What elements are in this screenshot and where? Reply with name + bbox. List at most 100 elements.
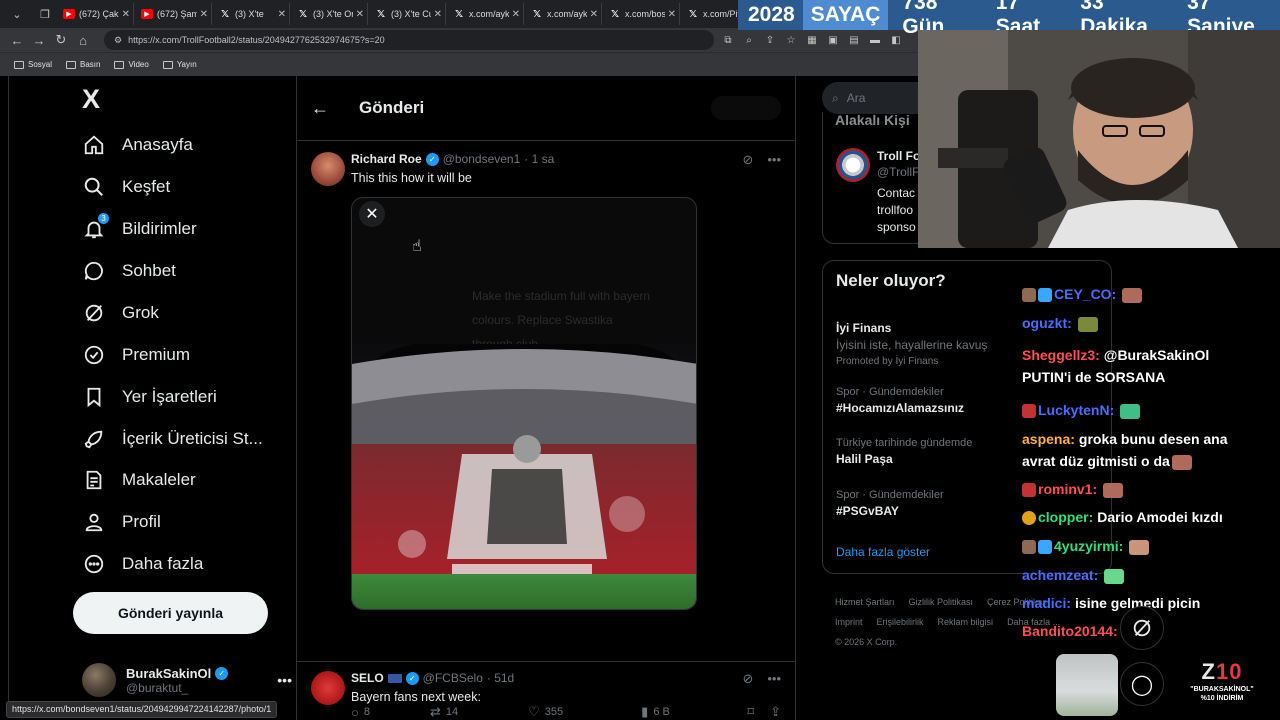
x-logo[interactable]: X <box>82 84 100 115</box>
sidebar-item-home[interactable]: Anasayfa <box>82 125 193 165</box>
home-icon[interactable]: ⌂ <box>72 33 94 48</box>
browser-tab[interactable]: 𝕏x.com/bos ✕ <box>606 3 680 25</box>
tweet-media[interactable]: ✕ Make the stadium full with bayern colo… <box>351 197 697 610</box>
extension-icon[interactable]: ▦ <box>806 35 818 46</box>
bio-line: sponso <box>877 220 916 234</box>
close-tab-icon[interactable]: ✕ <box>668 9 676 20</box>
sidebar-item-articles[interactable]: Makaleler <box>82 460 196 500</box>
close-tab-icon[interactable]: ✕ <box>434 9 442 20</box>
chat-message: aspena: groka bunu desen ana avrat düz git… <box>1022 431 1228 470</box>
close-tab-icon[interactable]: ✕ <box>122 9 130 20</box>
url-input[interactable]: ⚙ https://x.com/TrollFootball2/status/20… <box>104 30 714 50</box>
grok-float-button[interactable] <box>1120 606 1164 650</box>
extension-icon[interactable]: ▤ <box>848 35 860 46</box>
sidebar-item-premium[interactable]: Premium <box>82 335 190 375</box>
footer-link[interactable]: Reklam bilgisi <box>938 617 994 627</box>
sponsor-banner: Z10 "BURAKSAKİNOL" %10 İNDİRİM <box>1164 655 1280 720</box>
tweet-author-name[interactable]: SELO <box>351 671 384 685</box>
grok-icon[interactable]: ⊘ <box>742 152 753 168</box>
trend-item[interactable]: Türkiye tarihinde gündemde Halil Paşa <box>836 437 972 466</box>
extension-icon[interactable]: ▬ <box>869 35 881 46</box>
zoom-icon[interactable]: ⌕ <box>743 35 755 46</box>
more-dots-icon[interactable]: ••• <box>277 672 292 688</box>
close-icon[interactable]: ✕ <box>359 201 385 227</box>
close-tab-icon[interactable]: ✕ <box>512 9 520 20</box>
tweet[interactable]: Richard Roe ✓ @bondseven1 · 1 sa ⊘ ••• T… <box>297 146 795 720</box>
premium-icon <box>82 343 106 367</box>
site-info-icon[interactable]: ⚙ <box>114 35 122 46</box>
avatar[interactable] <box>311 671 345 705</box>
tweet-time[interactable]: · 51d <box>487 671 514 685</box>
bookmark-folder[interactable]: Video <box>114 60 149 69</box>
browser-tab[interactable]: ▶ (672) Çakı ✕ <box>60 3 134 25</box>
trend-topic: Halil Paşa <box>836 452 893 466</box>
more-dots-icon[interactable]: ••• <box>767 671 781 687</box>
page-header: ← Gönderi <box>297 76 795 141</box>
messages-float-button[interactable]: ◯ <box>1120 662 1164 706</box>
close-tab-icon[interactable]: ✕ <box>590 9 598 20</box>
tweet-author-handle[interactable]: @bondseven1 <box>443 152 521 166</box>
sidebar-item-creator-studio[interactable]: İçerik Üreticisi St... <box>82 419 263 459</box>
post-button[interactable]: Gönderi yayınla <box>73 592 268 634</box>
footer-link[interactable]: Hizmet Şartları <box>835 597 895 607</box>
youtube-icon: ▶ <box>141 9 153 19</box>
sidebar-item-explore[interactable]: Keşfet <box>82 167 170 207</box>
close-tab-icon[interactable]: ✕ <box>356 9 364 20</box>
tweet-author-handle[interactable]: @FCBSelo <box>423 671 483 685</box>
bookmark-folder[interactable]: Basın <box>66 60 100 69</box>
trend-item[interactable]: Spor · Gündemdekiler #HocamızıAlamazsını… <box>836 386 964 415</box>
emote-icon <box>1171 454 1192 470</box>
tweet[interactable]: SELO ✓ @FCBSelo · 51d ⊘ ••• Bayern fans … <box>297 668 795 720</box>
chat-icon: ◯ <box>1130 673 1154 696</box>
back-arrow-icon[interactable]: ← <box>6 33 28 48</box>
trend-item[interactable]: Spor · Gündemdekiler #PSGvBAY <box>836 489 944 518</box>
related-name[interactable]: Troll Fo <box>877 149 920 163</box>
tweet-top-actions: ⊘ ••• <box>742 671 781 687</box>
account-name-row: BurakSakinOl ✓ <box>126 666 277 681</box>
extension-icon[interactable]: ▣ <box>827 35 839 46</box>
browser-tab[interactable]: 𝕏 (3) X'te Cu ✕ <box>372 3 446 25</box>
tab-search-button[interactable]: ⌄ <box>6 4 28 24</box>
browser-tab[interactable]: 𝕏x.com/ayk ✕ <box>528 3 602 25</box>
flag-icon <box>387 673 402 683</box>
close-tab-icon[interactable]: ✕ <box>278 9 286 20</box>
footer-link[interactable]: Erişilebilirlik <box>877 617 924 627</box>
sidebar-item-bookmarks[interactable]: Yer İşaretleri <box>82 377 217 417</box>
browser-toolbar: ← → ↻ ⌂ ⚙ https://x.com/TrollFootball2/s… <box>0 28 920 52</box>
sidebar-item-more[interactable]: Daha fazla <box>82 544 203 584</box>
account-handle: @buraktut_ <box>126 680 189 695</box>
footer-link[interactable]: Gizlilik Politikası <box>909 597 974 607</box>
avatar[interactable] <box>836 148 870 182</box>
more-dots-icon[interactable]: ••• <box>767 152 781 168</box>
bookmark-folder[interactable]: Sosyal <box>14 60 52 69</box>
avatar[interactable] <box>311 152 345 186</box>
tab-actions-button[interactable]: ❐ <box>34 4 56 24</box>
x-icon: 𝕏 <box>610 8 620 20</box>
tweet-author-name[interactable]: Richard Roe <box>351 152 422 166</box>
star-icon[interactable]: ☆ <box>785 35 797 46</box>
close-tab-icon[interactable]: ✕ <box>200 9 208 20</box>
sidebar-item-chat[interactable]: Sohbet <box>82 251 176 291</box>
install-app-icon[interactable]: ⧉ <box>722 35 734 46</box>
browser-tab[interactable]: ▶(672) Şamp✕ <box>138 3 212 25</box>
share-icon[interactable]: ⇪ <box>764 35 776 46</box>
browser-tab[interactable]: 𝕏 (3) X'te Or ✕ <box>294 3 368 25</box>
article-icon <box>82 468 106 492</box>
show-more-link[interactable]: Daha fazla göster <box>836 545 930 559</box>
back-arrow-icon[interactable]: ← <box>311 98 329 119</box>
reload-icon[interactable]: ↻ <box>50 32 72 48</box>
bookmark-folder[interactable]: Yayın <box>162 60 197 69</box>
promoted-trend[interactable]: İyi Finans İyisini iste, hayallerine kav… <box>836 321 987 367</box>
account-switcher[interactable]: BurakSakinOl ✓ @buraktut_ ••• <box>82 660 292 700</box>
browser-tab[interactable]: 𝕏x.com/ayk ✕ <box>450 3 524 25</box>
browser-tab[interactable]: 𝕏 (3) X'te ✕ <box>216 3 290 25</box>
forward-arrow-icon[interactable]: → <box>28 33 50 48</box>
tweet-time[interactable]: · 1 sa <box>524 152 554 166</box>
sidebar-item-grok[interactable]: Grok <box>82 293 159 333</box>
grok-icon[interactable]: ⊘ <box>742 671 753 687</box>
footer-link[interactable]: Imprint <box>835 617 863 627</box>
sidebar-item-notifications[interactable]: 3 Bildirimler <box>82 209 197 249</box>
sidebar-item-profile[interactable]: Profil <box>82 502 161 542</box>
x-icon: 𝕏 <box>532 8 542 20</box>
countdown-label: SAYAÇ <box>802 0 889 30</box>
